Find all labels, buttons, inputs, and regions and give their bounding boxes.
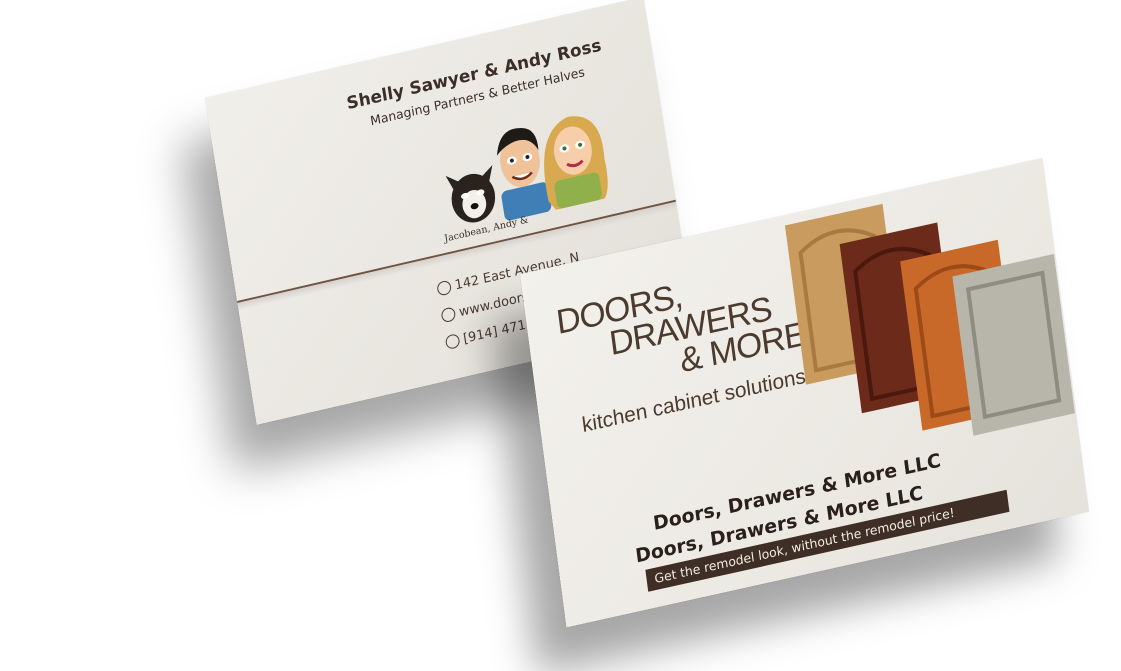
location-pin-icon [436,279,453,297]
globe-icon [440,306,457,324]
business-card-mockup: Shelly Sawyer & Andy Ross Managing Partn… [0,0,1121,671]
phone-icon [444,333,461,351]
